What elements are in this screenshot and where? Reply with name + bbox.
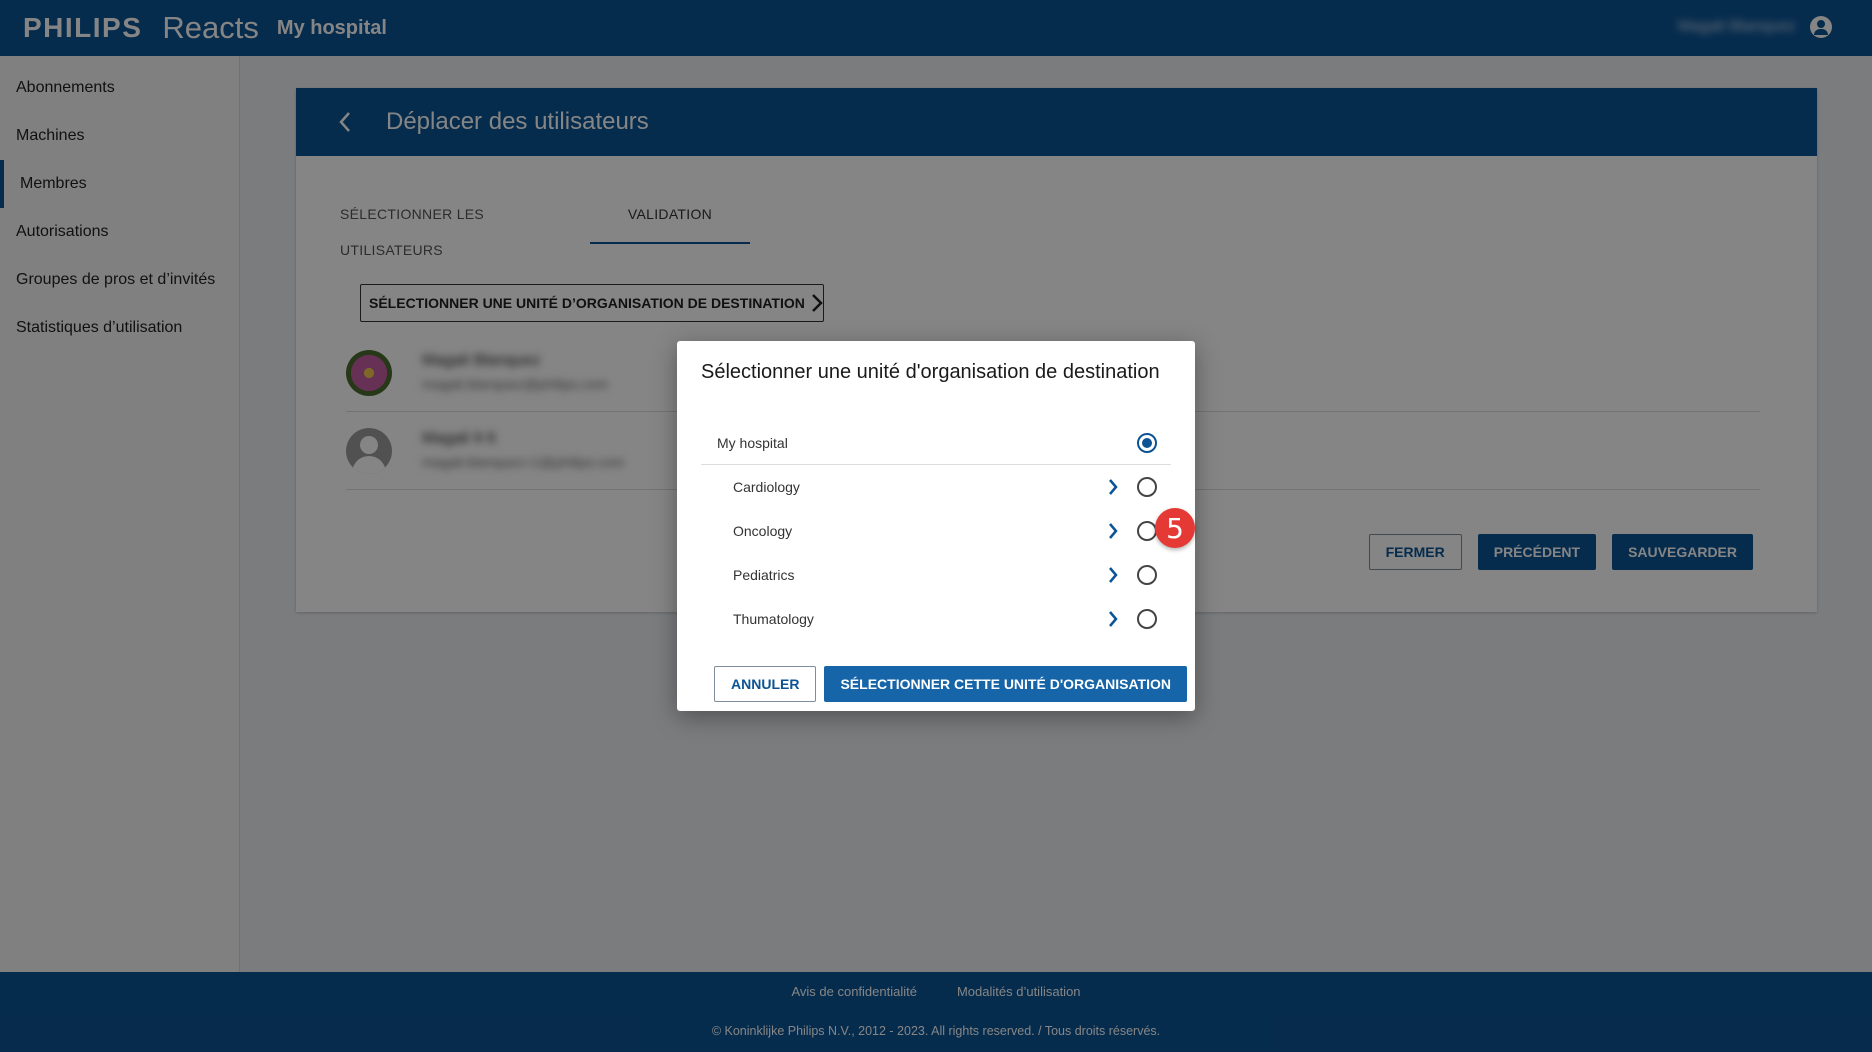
cancel-button[interactable]: ANNULER (714, 666, 817, 702)
org-unit-row[interactable]: Oncology (701, 509, 1171, 553)
select-unit-button[interactable]: SÉLECTIONNER CETTE UNITÉ D'ORGANISATION (824, 666, 1187, 702)
org-unit-label: My hospital (717, 434, 788, 451)
radio-button[interactable] (1137, 521, 1157, 541)
org-unit-row[interactable]: Thumatology (701, 597, 1171, 641)
chevron-right-icon[interactable] (1103, 521, 1123, 541)
chevron-right-icon[interactable] (1103, 565, 1123, 585)
org-unit-row[interactable]: Cardiology (701, 465, 1171, 509)
org-unit-label: Thumatology (733, 611, 814, 627)
radio-button[interactable] (1137, 609, 1157, 629)
org-unit-row-root[interactable]: My hospital (701, 421, 1171, 465)
select-org-unit-dialog: Sélectionner une unité d'organisation de… (677, 341, 1195, 711)
org-unit-label: Cardiology (733, 479, 800, 495)
org-unit-list: My hospital Cardiology Oncology Pediatri… (701, 421, 1171, 641)
step-number-badge: 5 (1155, 508, 1195, 548)
org-unit-row[interactable]: Pediatrics (701, 553, 1171, 597)
dialog-title: Sélectionner une unité d'organisation de… (701, 361, 1160, 383)
radio-button[interactable] (1137, 477, 1157, 497)
chevron-right-icon[interactable] (1103, 477, 1123, 497)
radio-selected[interactable] (1137, 433, 1157, 453)
org-unit-label: Pediatrics (733, 567, 795, 583)
dialog-actions: ANNULER SÉLECTIONNER CETTE UNITÉ D'ORGAN… (714, 666, 1187, 702)
radio-button[interactable] (1137, 565, 1157, 585)
org-unit-label: Oncology (733, 523, 793, 539)
chevron-right-icon[interactable] (1103, 609, 1123, 629)
